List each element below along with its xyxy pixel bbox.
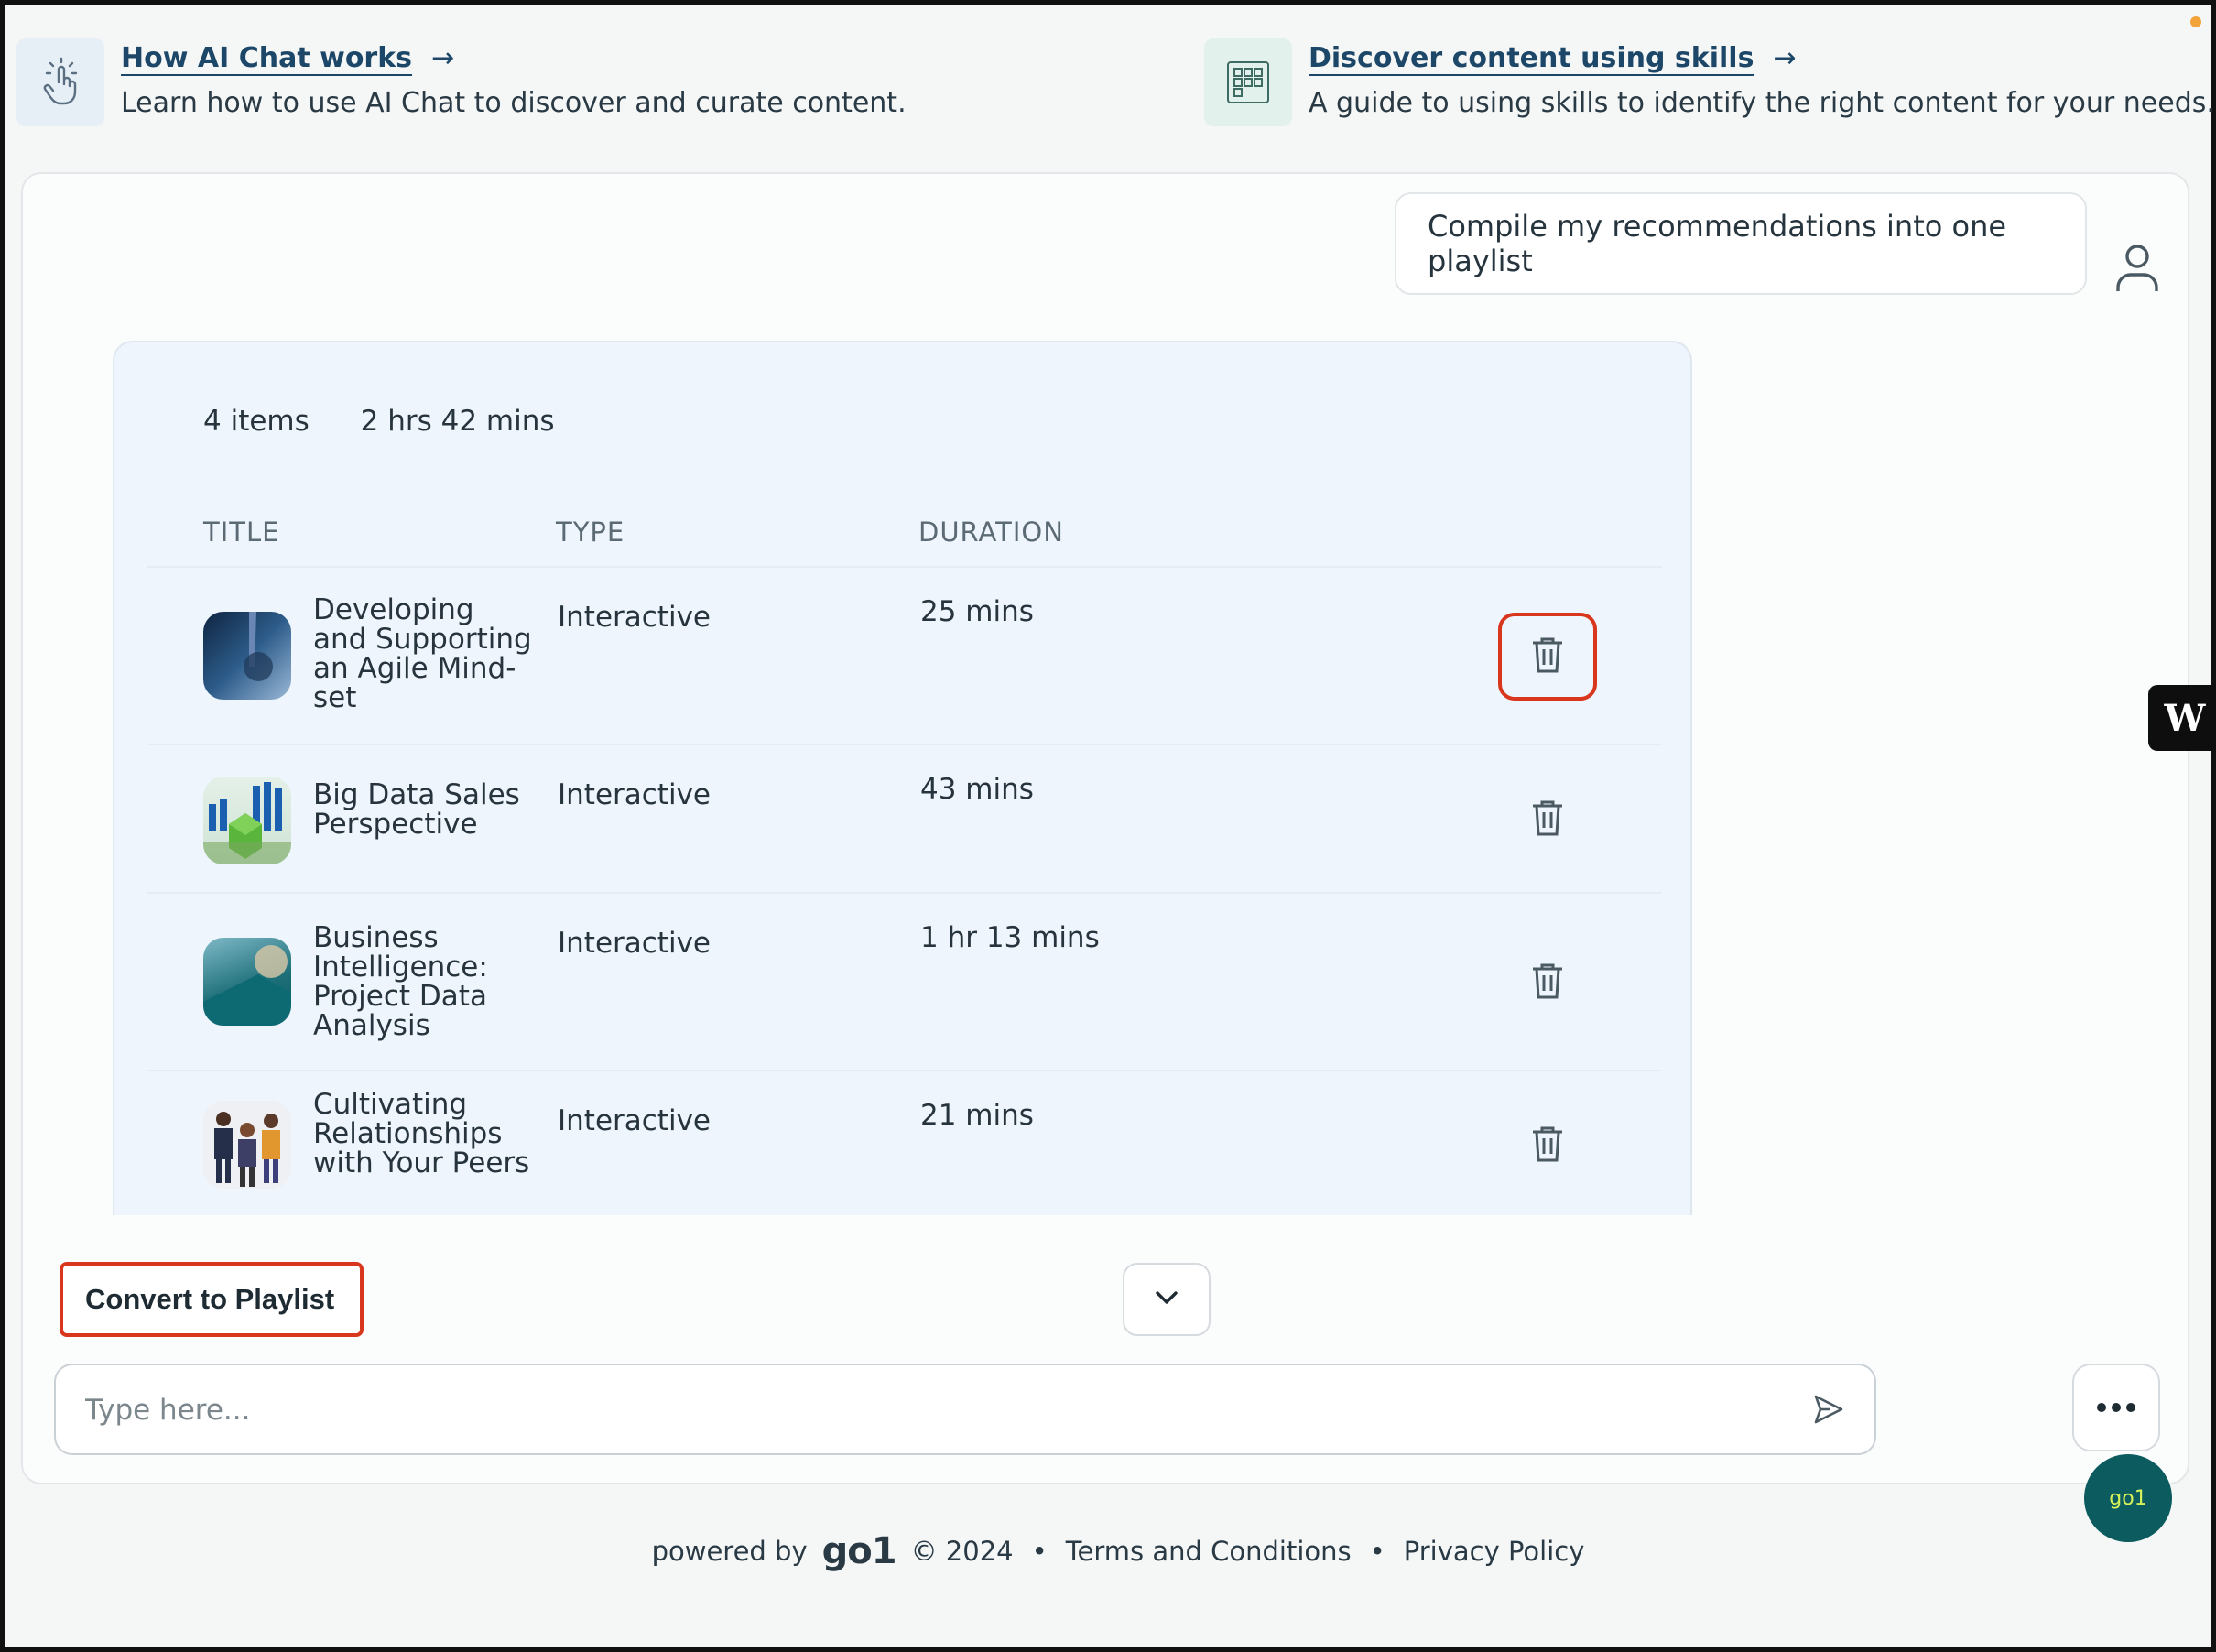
column-header-type: TYPE <box>556 516 625 548</box>
guide-desc-skills: A guide to using skills to identify the … <box>1309 87 2215 119</box>
bullet-separator: • <box>1031 1536 1048 1567</box>
privacy-link[interactable]: Privacy Policy <box>1404 1536 1585 1567</box>
column-header-duration: DURATION <box>918 516 1064 548</box>
guide-skills[interactable]: Discover content using skills → A guide … <box>1204 38 2215 126</box>
user-message-bubble: Compile my recommendations into one play… <box>1395 192 2087 295</box>
go1-assistant-button[interactable]: go1 <box>2084 1454 2172 1542</box>
total-duration: 2 hrs 42 mins <box>360 405 555 438</box>
guide-title-ai-chat[interactable]: How AI Chat works <box>121 42 412 74</box>
course-thumbnail <box>203 938 291 1026</box>
item-type: Interactive <box>558 778 711 811</box>
item-type: Interactive <box>558 1104 711 1137</box>
table-row: Big Data Sales Perspective Interactive 4… <box>147 744 1662 892</box>
chat-panel: Compile my recommendations into one play… <box>21 172 2189 1484</box>
chevron-down-icon <box>1155 1290 1179 1309</box>
item-duration: 43 mins <box>920 773 1034 806</box>
item-type: Interactive <box>558 927 711 960</box>
arrow-right-icon: → <box>431 42 455 74</box>
powered-by-text: powered by <box>651 1536 808 1567</box>
delete-item-button[interactable] <box>1498 776 1597 864</box>
guide-desc-ai-chat: Learn how to use AI Chat to discover and… <box>121 87 907 119</box>
scroll-down-button[interactable] <box>1123 1263 1211 1336</box>
arrow-right-icon: → <box>1773 42 1797 74</box>
convert-to-playlist-button[interactable]: Convert to Playlist <box>60 1262 364 1337</box>
item-title[interactable]: Business Intelligence: Project Data Anal… <box>313 923 533 1040</box>
terms-link[interactable]: Terms and Conditions <box>1066 1536 1352 1567</box>
course-thumbnail <box>203 612 291 700</box>
delete-item-button[interactable] <box>1498 613 1597 701</box>
page-frame: How AI Chat works → Learn how to use AI … <box>0 0 2216 1652</box>
w-widget-badge[interactable]: W <box>2148 685 2216 751</box>
item-duration: 25 mins <box>920 595 1034 628</box>
recommendations-card: 4 items 2 hrs 42 mins TITLE TYPE DURATIO… <box>113 341 1692 1215</box>
item-duration: 21 mins <box>920 1099 1034 1132</box>
guide-title-skills[interactable]: Discover content using skills <box>1309 42 1754 74</box>
user-message-text: Compile my recommendations into one play… <box>1428 209 2007 278</box>
copyright-text: © 2024 <box>910 1536 1014 1567</box>
user-avatar-icon <box>2114 244 2160 297</box>
item-count: 4 items <box>203 405 310 438</box>
bullet-separator: • <box>1369 1536 1385 1567</box>
table-row: Business Intelligence: Project Data Anal… <box>147 892 1662 1070</box>
table-row: Developing and Supporting an Agile Mind-… <box>147 566 1662 744</box>
guide-ai-chat[interactable]: How AI Chat works → Learn how to use AI … <box>16 38 907 126</box>
column-header-title: TITLE <box>203 516 280 548</box>
trash-icon <box>1531 799 1564 841</box>
go1-logo: go1 <box>821 1530 897 1572</box>
playlist-summary: 4 items 2 hrs 42 mins <box>203 405 555 438</box>
footer: powered by go1 © 2024 • Terms and Condit… <box>5 1530 2216 1572</box>
item-title[interactable]: Cultivating Relationships with Your Peer… <box>313 1090 533 1178</box>
trash-icon <box>1531 636 1564 678</box>
item-type: Interactive <box>558 601 711 634</box>
item-title[interactable]: Developing and Supporting an Agile Mind-… <box>313 595 533 712</box>
item-title[interactable]: Big Data Sales Perspective <box>313 780 533 839</box>
tap-icon <box>16 38 104 126</box>
send-icon[interactable] <box>1812 1393 1845 1429</box>
ellipsis-icon <box>2097 1403 2106 1412</box>
message-input-box <box>54 1364 1876 1455</box>
grid-icon <box>1204 38 1292 126</box>
trash-icon <box>1531 962 1564 1004</box>
delete-item-button[interactable] <box>1498 1102 1597 1190</box>
table-row: Cultivating Relationships with Your Peer… <box>147 1070 1662 1215</box>
item-duration: 1 hr 13 mins <box>920 921 1100 954</box>
trash-icon <box>1531 1125 1564 1167</box>
course-thumbnail <box>203 777 291 864</box>
status-dot <box>2190 16 2201 27</box>
delete-item-button[interactable] <box>1498 939 1597 1027</box>
course-thumbnail <box>203 1101 291 1189</box>
more-options-button[interactable] <box>2072 1364 2160 1451</box>
message-input[interactable] <box>85 1387 1752 1433</box>
